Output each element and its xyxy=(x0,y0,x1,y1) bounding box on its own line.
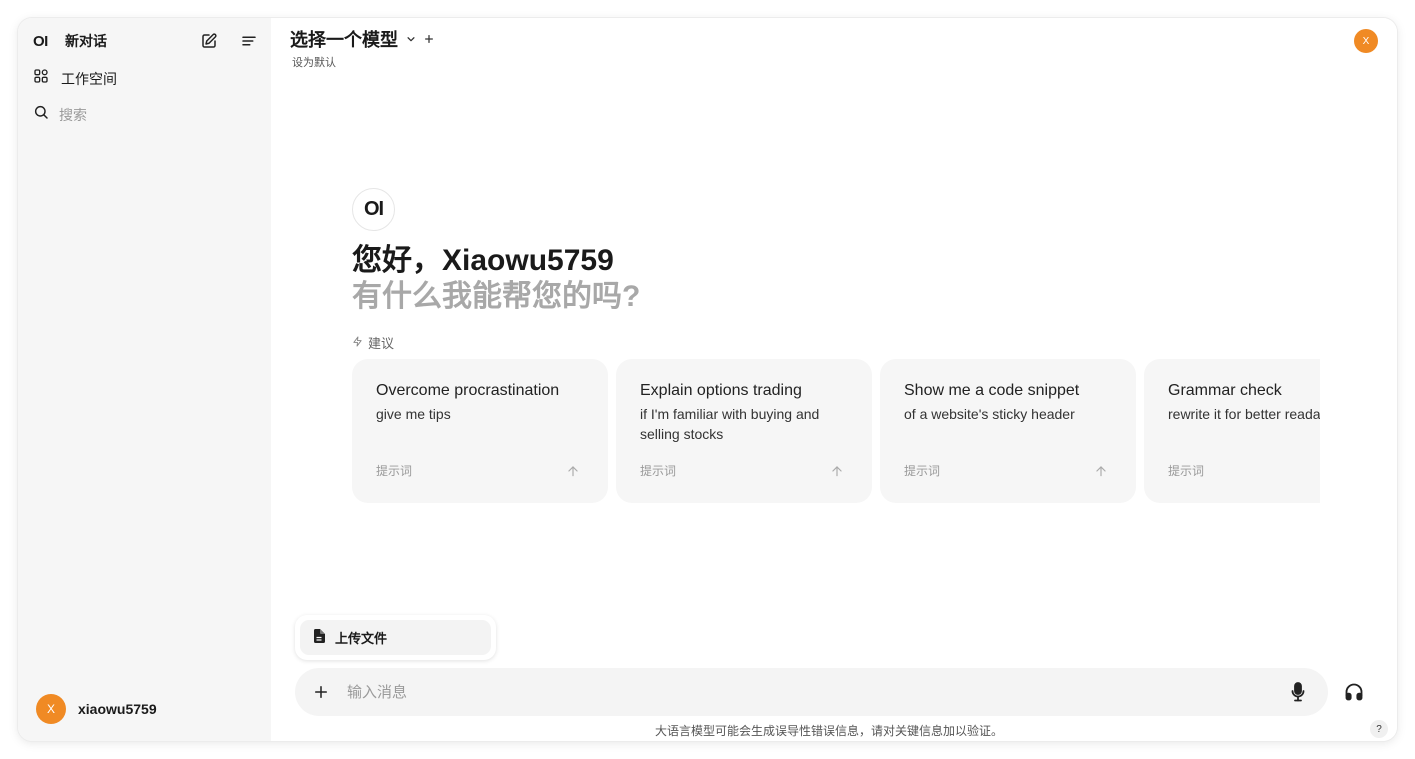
set-default-link[interactable]: 设为默认 xyxy=(292,54,336,70)
workspace-icon xyxy=(33,68,49,89)
upload-menu: 上传文件 xyxy=(295,615,496,660)
workspace-label: 工作空间 xyxy=(61,70,117,87)
upload-file-button[interactable]: 上传文件 xyxy=(300,620,491,655)
prompt-hint: 提示词 xyxy=(1168,464,1205,478)
suggestion-title: Overcome procrastination xyxy=(376,382,560,399)
suggestion-subtitle: rewrite it for better readability xyxy=(1168,406,1320,422)
welcome-hero: OI 您好，Xiaowu5759 有什么我能帮您的吗? 建议 xyxy=(352,188,640,352)
suggestion-card[interactable]: Overcome procrastination give me tips 提示… xyxy=(352,359,608,503)
sidebar-search xyxy=(33,104,239,125)
arrow-up-icon xyxy=(566,464,580,478)
suggestion-card[interactable]: Grammar check rewrite it for better read… xyxy=(1144,359,1320,503)
app-logo: OI xyxy=(33,32,48,50)
plus-icon[interactable] xyxy=(311,682,331,702)
suggestion-card[interactable]: Show me a code snippet of a website's st… xyxy=(880,359,1136,503)
app-window: OI 新对话 工作空间 X xyxy=(18,18,1397,741)
bolt-icon xyxy=(352,335,363,350)
new-chat-label: 新对话 xyxy=(65,33,107,49)
model-selector-button[interactable]: 选择一个模型 xyxy=(290,26,398,52)
suggestions-label: 建议 xyxy=(368,336,395,351)
help-button[interactable]: ? xyxy=(1370,720,1388,738)
suggestion-subtitle: if I'm familiar with buying and selling … xyxy=(640,406,820,442)
model-logo: OI xyxy=(352,188,395,231)
arrow-up-icon xyxy=(830,464,844,478)
suggestions-header: 建议 xyxy=(352,333,640,352)
sidebar-header: OI 新对话 xyxy=(33,30,259,52)
user-name: xiaowu5759 xyxy=(78,701,157,717)
chevron-down-icon[interactable] xyxy=(406,32,416,47)
suggestion-cards: Overcome procrastination give me tips 提示… xyxy=(352,359,1320,503)
new-chat-link[interactable]: OI 新对话 xyxy=(33,31,107,51)
file-icon xyxy=(313,629,325,646)
greeting-title: 您好，Xiaowu5759 xyxy=(352,244,614,277)
new-chat-icon[interactable] xyxy=(199,31,219,51)
search-icon xyxy=(33,104,49,125)
microphone-icon[interactable] xyxy=(1288,682,1308,702)
prompt-hint: 提示词 xyxy=(904,464,941,478)
prompt-hint: 提示词 xyxy=(376,464,413,478)
suggestion-title: Explain options trading xyxy=(640,382,802,399)
model-selector: 选择一个模型 xyxy=(290,26,434,52)
suggestion-subtitle: give me tips xyxy=(376,406,451,422)
suggestion-card[interactable]: Explain options trading if I'm familiar … xyxy=(616,359,872,503)
add-model-icon[interactable] xyxy=(424,32,434,47)
greeting-subtitle: 有什么我能帮您的吗? xyxy=(352,280,641,313)
arrow-up-icon xyxy=(1094,464,1108,478)
header-avatar[interactable]: X xyxy=(1354,29,1378,53)
search-input[interactable] xyxy=(59,106,239,123)
suggestion-subtitle: of a website's sticky header xyxy=(904,406,1075,422)
message-composer xyxy=(295,668,1328,716)
user-menu[interactable]: X xiaowu5759 xyxy=(36,694,157,724)
headphones-icon[interactable] xyxy=(1343,681,1365,703)
chat-main: 选择一个模型 设为默认 X OI 您好，Xiaowu5759 有什么我能帮您的吗… xyxy=(271,18,1397,741)
upload-file-label: 上传文件 xyxy=(335,631,388,646)
message-input[interactable] xyxy=(347,683,1288,701)
suggestion-title: Grammar check xyxy=(1168,382,1282,399)
prompt-hint: 提示词 xyxy=(640,464,677,478)
sidebar: OI 新对话 工作空间 X xyxy=(18,18,271,741)
sidebar-item-workspace[interactable]: 工作空间 xyxy=(33,68,117,89)
suggestion-title: Show me a code snippet xyxy=(904,382,1080,399)
user-avatar: X xyxy=(36,694,66,724)
disclaimer-text: 大语言模型可能会生成误导性错误信息，请对关键信息加以验证。 xyxy=(654,724,1003,738)
menu-icon[interactable] xyxy=(239,31,259,51)
